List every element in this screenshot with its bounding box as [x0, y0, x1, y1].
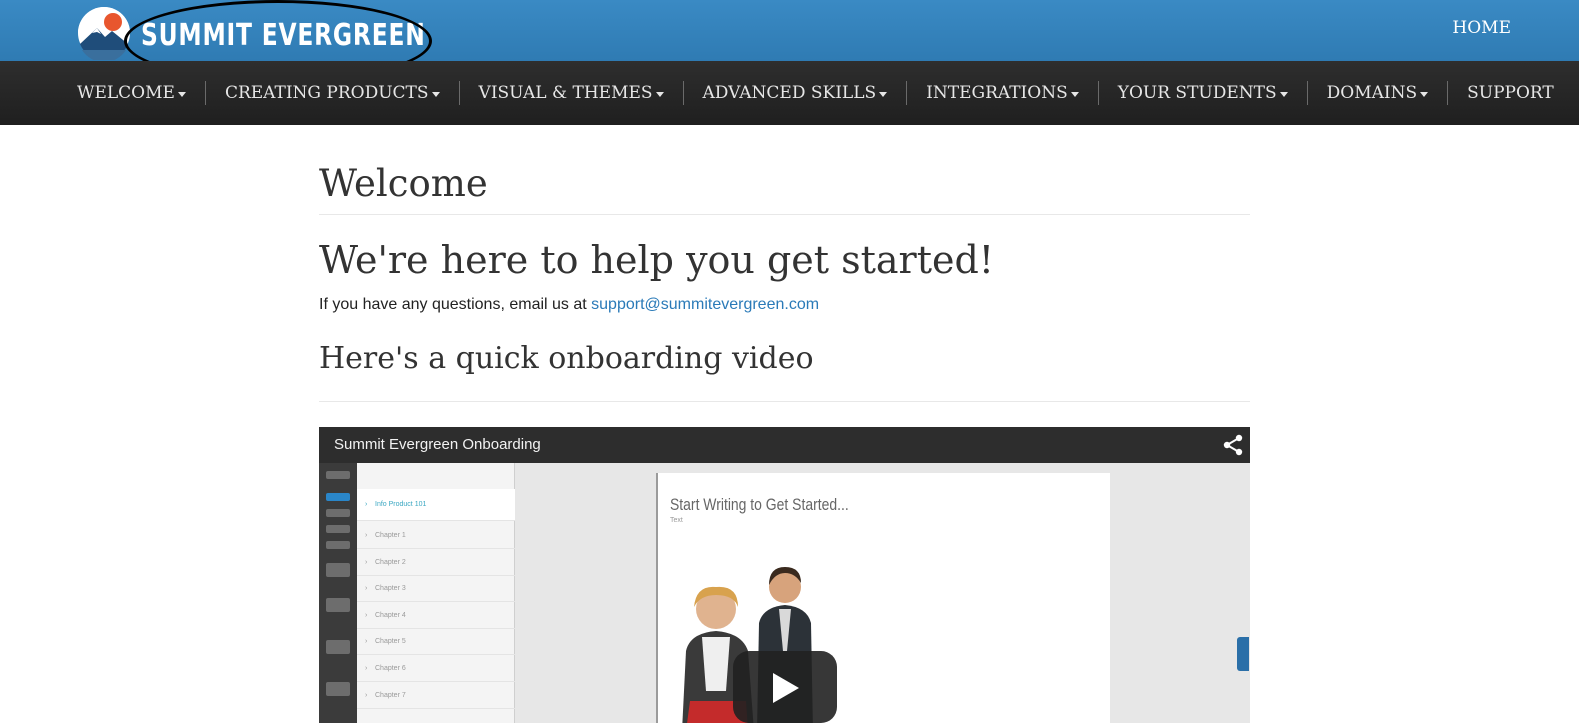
- preview-app-rail: [319, 463, 357, 723]
- nav-item-domains[interactable]: DOMAINS: [1306, 81, 1448, 105]
- list-item-label: Chapter 3: [375, 585, 406, 593]
- preview-page-sub: Text: [670, 517, 683, 524]
- rail-item: [326, 563, 350, 577]
- rail-item: [326, 493, 350, 501]
- nav-item-your-students[interactable]: YOUR STUDENTS: [1097, 81, 1307, 105]
- nav-item-label: YOUR STUDENTS: [1117, 83, 1277, 103]
- feedback-tab: [1237, 637, 1249, 671]
- rail-item: [326, 525, 350, 533]
- nav-item-label: SUPPORT: [1467, 83, 1554, 103]
- nav-item-label: DOMAINS: [1326, 83, 1418, 103]
- caret-down-icon: [1420, 91, 1429, 97]
- list-item-label: Chapter 2: [375, 558, 406, 566]
- page-title: Welcome: [319, 162, 488, 205]
- contact-prefix: If you have any questions, email us at: [319, 296, 592, 313]
- chevron-right-icon: ›: [365, 501, 368, 508]
- list-item: › Chapter 2: [357, 550, 515, 576]
- list-item: › Chapter 6: [357, 656, 515, 682]
- chevron-right-icon: ›: [365, 558, 368, 566]
- list-item-featured: › Info Product 101: [357, 489, 515, 521]
- divider: [319, 214, 1250, 215]
- home-link[interactable]: HOME: [1452, 18, 1511, 38]
- chevron-right-icon: ›: [365, 532, 368, 539]
- nav-item-label: INTEGRATIONS: [926, 83, 1068, 103]
- nav-item-advanced-skills[interactable]: ADVANCED SKILLS: [682, 81, 907, 105]
- preview-page: Start Writing to Get Started... Text: [656, 473, 1110, 723]
- chevron-right-icon: ›: [365, 611, 368, 619]
- divider: [319, 401, 1250, 402]
- main-nav: WELCOME CREATING PRODUCTS VISUAL & THEMES A…: [0, 61, 1579, 125]
- chevron-right-icon: ›: [365, 665, 368, 672]
- chevron-right-icon: ›: [365, 691, 368, 699]
- contact-text: If you have any questions, email us at s…: [319, 296, 819, 314]
- video-player[interactable]: › Info Product 101 › Chapter 1 › Chapter 2 › Ch…: [319, 427, 1250, 723]
- rail-item: [326, 682, 350, 696]
- caret-down-icon: [1279, 91, 1288, 97]
- caret-down-icon: [655, 91, 664, 97]
- nav-item-label: VISUAL & THEMES: [478, 83, 653, 103]
- caret-down-icon: [1070, 91, 1079, 97]
- preview-page-heading: Start Writing to Get Started...: [670, 495, 849, 514]
- video-heading: Here's a quick onboarding video: [319, 341, 814, 376]
- list-item-label: Chapter 1: [375, 532, 406, 539]
- video-title-bar: Summit Evergreen Onboarding: [319, 427, 1250, 463]
- rail-item: [326, 598, 350, 612]
- nav-item-visual-themes[interactable]: VISUAL & THEMES: [458, 81, 683, 105]
- share-icon[interactable]: [1222, 434, 1244, 456]
- hero-heading: We're here to help you get started!: [319, 238, 995, 282]
- nav-item-label: ADVANCED SKILLS: [702, 83, 877, 103]
- nav-item-welcome[interactable]: WELCOME: [58, 81, 205, 105]
- rail-item: [326, 509, 350, 517]
- play-button[interactable]: [733, 651, 837, 723]
- list-item-label: Chapter 4: [375, 611, 406, 619]
- rail-item: [326, 471, 350, 479]
- rail-item: [326, 541, 350, 549]
- caret-down-icon: [177, 91, 186, 97]
- chevron-right-icon: ›: [365, 638, 368, 646]
- rail-item: [326, 640, 350, 654]
- list-item-label: Info Product 101: [375, 501, 427, 508]
- video-title[interactable]: Summit Evergreen Onboarding: [334, 436, 541, 453]
- nav-item-creating-products[interactable]: CREATING PRODUCTS: [204, 81, 459, 105]
- nav-item-label: WELCOME: [77, 83, 175, 103]
- support-email-link[interactable]: support@summitevergreen.com: [591, 296, 819, 313]
- nav-item-support[interactable]: SUPPORT: [1447, 81, 1573, 105]
- mountain-logo-icon: [78, 7, 130, 60]
- preview-canvas: Start Writing to Get Started... Text: [515, 463, 1250, 723]
- play-icon: [773, 673, 799, 703]
- list-item: › Chapter 4: [357, 603, 515, 629]
- list-item: › Chapter 7: [357, 683, 515, 709]
- nav-list: WELCOME CREATING PRODUCTS VISUAL & THEMES A…: [58, 61, 1573, 125]
- caret-down-icon: [879, 91, 888, 97]
- nav-item-label: CREATING PRODUCTS: [224, 83, 429, 103]
- nav-item-integrations[interactable]: INTEGRATIONS: [906, 81, 1098, 105]
- chevron-right-icon: ›: [365, 585, 368, 593]
- caret-down-icon: [431, 91, 440, 97]
- list-item-label: Chapter 6: [375, 665, 406, 672]
- preview-chapter-list: › Info Product 101 › Chapter 1 › Chapter 2 › Ch…: [357, 463, 515, 723]
- list-item-label: Chapter 7: [375, 691, 406, 699]
- list-item: › Chapter 5: [357, 629, 515, 656]
- list-item: › Chapter 3: [357, 576, 515, 603]
- top-header: SUMMIT EVERGREEN HOME: [0, 0, 1579, 82]
- list-item: › Chapter 1: [357, 523, 515, 549]
- brand-name: SUMMIT EVERGREEN: [141, 18, 426, 53]
- list-item-label: Chapter 5: [375, 638, 406, 646]
